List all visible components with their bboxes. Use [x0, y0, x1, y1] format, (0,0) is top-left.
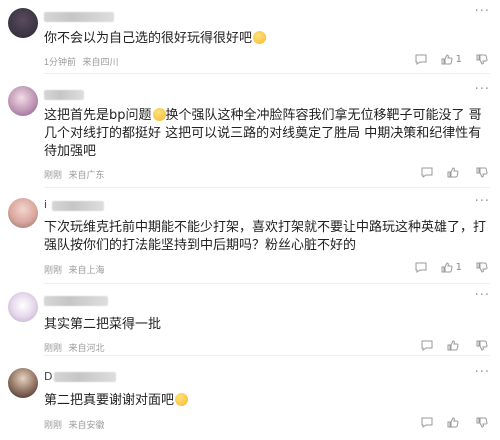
comment-icon — [421, 417, 433, 428]
comment-meta: 刚刚 来自广东 — [44, 168, 109, 181]
username-initial[interactable]: i — [44, 198, 47, 211]
comment-time: 刚刚 — [44, 343, 63, 353]
comment-body: 其实第二把菜得一批 — [44, 317, 162, 332]
thumbs-down-icon — [476, 54, 488, 65]
dislike-button[interactable] — [476, 262, 488, 273]
avatar[interactable] — [8, 86, 38, 116]
comment-text: 第二把真要谢谢对面吧 — [44, 392, 486, 410]
comment-list: ··· 你不会以为自己选的很好玩得很好吧 1分钟前 来自四川 1 ··· 这把首… — [0, 0, 500, 440]
comment-item: i ··· 下次玩维克托前中期能不能少打架，喜欢打架就不要让中路玩这种英雄了，打… — [0, 192, 500, 284]
more-options-icon[interactable]: ··· — [475, 288, 490, 303]
comment-icon — [415, 262, 427, 273]
thumbs-up-icon — [447, 167, 459, 178]
smirk-emoji-icon — [253, 31, 267, 44]
divider — [44, 355, 490, 356]
username-blurred[interactable] — [44, 296, 108, 306]
thumbs-down-icon — [476, 167, 488, 178]
avatar[interactable] — [8, 368, 38, 398]
comment-location: 来自四川 — [82, 57, 119, 67]
avatar[interactable] — [8, 292, 38, 322]
more-options-icon[interactable]: ··· — [475, 365, 490, 380]
comment-actions — [421, 340, 488, 351]
comment-actions: 1 — [415, 54, 488, 65]
comment-time: 刚刚 — [44, 170, 63, 180]
avatar[interactable] — [8, 8, 38, 38]
like-button[interactable]: 1 — [441, 262, 462, 273]
comment-button[interactable] — [415, 262, 427, 273]
comment-body: 下次玩维克托前中期能不能少打架，喜欢打架就不要让中路玩这种英雄了，打强队按你们的… — [44, 220, 487, 253]
comment-actions — [421, 167, 488, 178]
sweat-emoji-icon — [152, 108, 166, 121]
like-button[interactable] — [447, 417, 462, 428]
comment-text: 这把首先是bp问题 换个强队这种全冲脸阵容我们拿无位移靶子可能没了 哥几个对线打的… — [44, 107, 486, 161]
comment-item: ··· 这把首先是bp问题 换个强队这种全冲脸阵容我们拿无位移靶子可能没了 哥几个… — [0, 78, 500, 188]
comment-body: 第二把真要谢谢对面吧 — [44, 393, 175, 408]
username-blurred[interactable] — [54, 372, 116, 382]
divider — [44, 187, 490, 188]
comment-body: 你不会以为自己选的很好玩得很好吧 — [44, 31, 253, 46]
like-button[interactable]: 1 — [441, 54, 462, 65]
comment-meta: 刚刚 来自河北 — [44, 341, 109, 354]
like-count: 1 — [455, 54, 462, 65]
comment-location: 来自河北 — [68, 343, 105, 353]
comment-icon — [421, 340, 433, 351]
comment-location: 来自上海 — [68, 265, 105, 275]
comment-icon — [415, 54, 427, 65]
more-options-icon[interactable]: ··· — [475, 194, 490, 209]
thumbs-down-icon — [476, 417, 488, 428]
comment-location: 来自安徽 — [68, 420, 105, 430]
avatar[interactable] — [8, 198, 38, 228]
thumbs-down-icon — [476, 340, 488, 351]
comment-button[interactable] — [421, 340, 433, 351]
divider — [44, 73, 490, 74]
comment-actions: 1 — [415, 262, 488, 273]
username-blurred[interactable] — [44, 90, 84, 100]
divider — [44, 283, 490, 284]
comment-button[interactable] — [421, 417, 433, 428]
comment-item: ··· 你不会以为自己选的很好玩得很好吧 1分钟前 来自四川 1 — [0, 0, 500, 74]
comment-meta: 刚刚 来自上海 — [44, 263, 109, 276]
thumbs-up-icon — [441, 262, 453, 273]
dislike-button[interactable] — [476, 167, 488, 178]
comment-text: 其实第二把菜得一批 — [44, 316, 486, 334]
comment-item: D ··· 第二把真要谢谢对面吧 刚刚 来自安徽 — [0, 360, 500, 440]
thumbs-up-icon — [441, 54, 453, 65]
comment-time: 1分钟前 — [44, 57, 77, 67]
dislike-button[interactable] — [476, 54, 488, 65]
comment-button[interactable] — [415, 54, 427, 65]
comment-actions — [421, 417, 488, 428]
comment-body: 这把首先是bp问题 — [44, 108, 152, 123]
comment-icon — [421, 167, 433, 178]
comment-meta: 刚刚 来自安徽 — [44, 418, 109, 431]
like-count: 1 — [455, 262, 462, 273]
comment-location: 来自广东 — [68, 170, 105, 180]
comment-button[interactable] — [421, 167, 433, 178]
username-blurred[interactable] — [52, 201, 104, 211]
comment-time: 刚刚 — [44, 265, 63, 275]
comment-item: ··· 其实第二把菜得一批 刚刚 来自河北 — [0, 286, 500, 356]
thumbs-up-icon — [447, 340, 459, 351]
grin-emoji-icon — [175, 393, 189, 406]
thumbs-down-icon — [476, 262, 488, 273]
comment-text: 下次玩维克托前中期能不能少打架，喜欢打架就不要让中路玩这种英雄了，打强队按你们的… — [44, 219, 486, 255]
like-button[interactable] — [447, 340, 462, 351]
username-blurred[interactable] — [44, 12, 114, 22]
comment-time: 刚刚 — [44, 420, 63, 430]
comment-meta: 1分钟前 来自四川 — [44, 55, 123, 68]
like-button[interactable] — [447, 167, 462, 178]
comment-text: 你不会以为自己选的很好玩得很好吧 — [44, 30, 486, 48]
dislike-button[interactable] — [476, 340, 488, 351]
more-options-icon[interactable]: ··· — [475, 4, 490, 19]
thumbs-up-icon — [447, 417, 459, 428]
more-options-icon[interactable]: ··· — [475, 82, 490, 97]
dislike-button[interactable] — [476, 417, 488, 428]
username-initial[interactable]: D — [44, 370, 52, 383]
